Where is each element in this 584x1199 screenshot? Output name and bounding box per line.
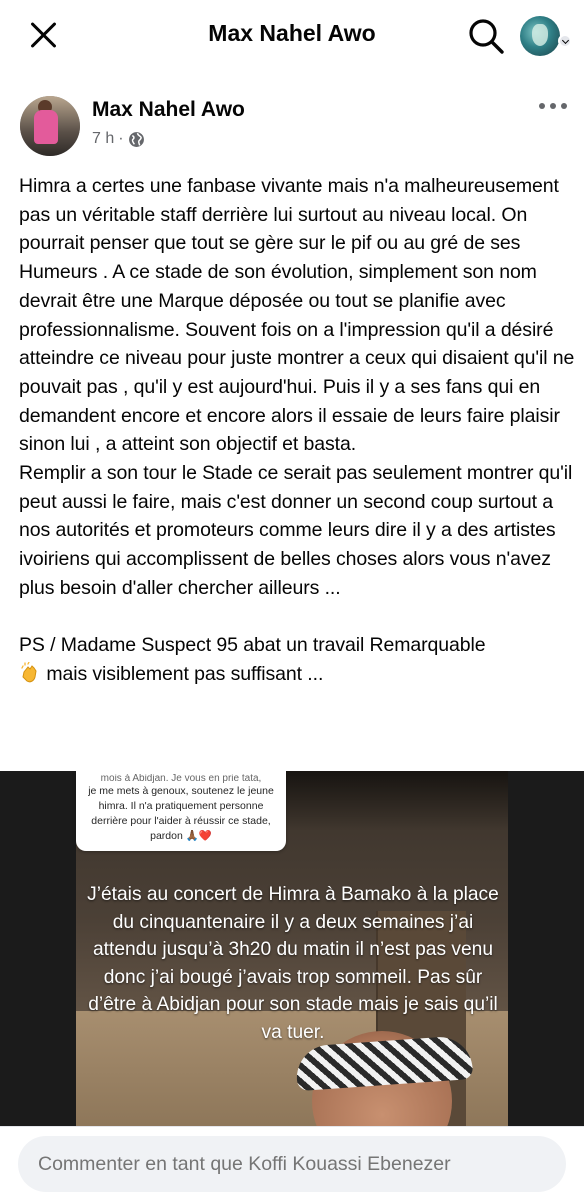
post-ps-end: mais visiblement pas suffisant ... xyxy=(41,662,324,685)
dot-icon xyxy=(539,103,545,109)
post-text: Himra a certes une fanbase vivante mais … xyxy=(19,175,575,599)
top-bar: Max Nahel Awo xyxy=(0,0,584,72)
meta-separator: · xyxy=(118,130,124,147)
quoted-comment-text: je me mets à genoux, soutenez le jeune h… xyxy=(88,785,274,842)
search-icon[interactable] xyxy=(466,16,506,56)
media-caption: J’étais au concert de Himra à Bamako à l… xyxy=(87,884,499,1043)
post-meta: 7 h · xyxy=(92,130,145,148)
comment-input[interactable] xyxy=(18,1136,566,1192)
dot-icon xyxy=(561,103,567,109)
more-options-button[interactable] xyxy=(536,98,570,114)
media-letterbox-right xyxy=(508,771,584,1135)
dot-icon xyxy=(550,103,556,109)
chevron-down-icon[interactable] xyxy=(558,34,572,48)
author-name[interactable]: Max Nahel Awo xyxy=(92,98,245,122)
post-body: Himra a certes une fanbase vivante mais … xyxy=(19,172,575,689)
media-letterbox-left xyxy=(0,771,76,1135)
quoted-comment-card: mois à Abidjan. Je vous en prie tata, je… xyxy=(76,771,286,851)
post-media[interactable]: mois à Abidjan. Je vous en prie tata, je… xyxy=(0,771,584,1135)
globe-icon[interactable] xyxy=(128,131,145,148)
post-ps-line: PS / Madame Suspect 95 abat un travail R… xyxy=(19,634,486,657)
comment-bar xyxy=(0,1126,584,1199)
avatar[interactable] xyxy=(520,16,560,56)
post-time[interactable]: 7 h xyxy=(92,130,114,148)
clapping-hands-icon xyxy=(19,661,41,684)
author-avatar[interactable] xyxy=(20,96,80,156)
quoted-comment-cut-line: mois à Abidjan. Je vous en prie tata, xyxy=(100,774,262,784)
